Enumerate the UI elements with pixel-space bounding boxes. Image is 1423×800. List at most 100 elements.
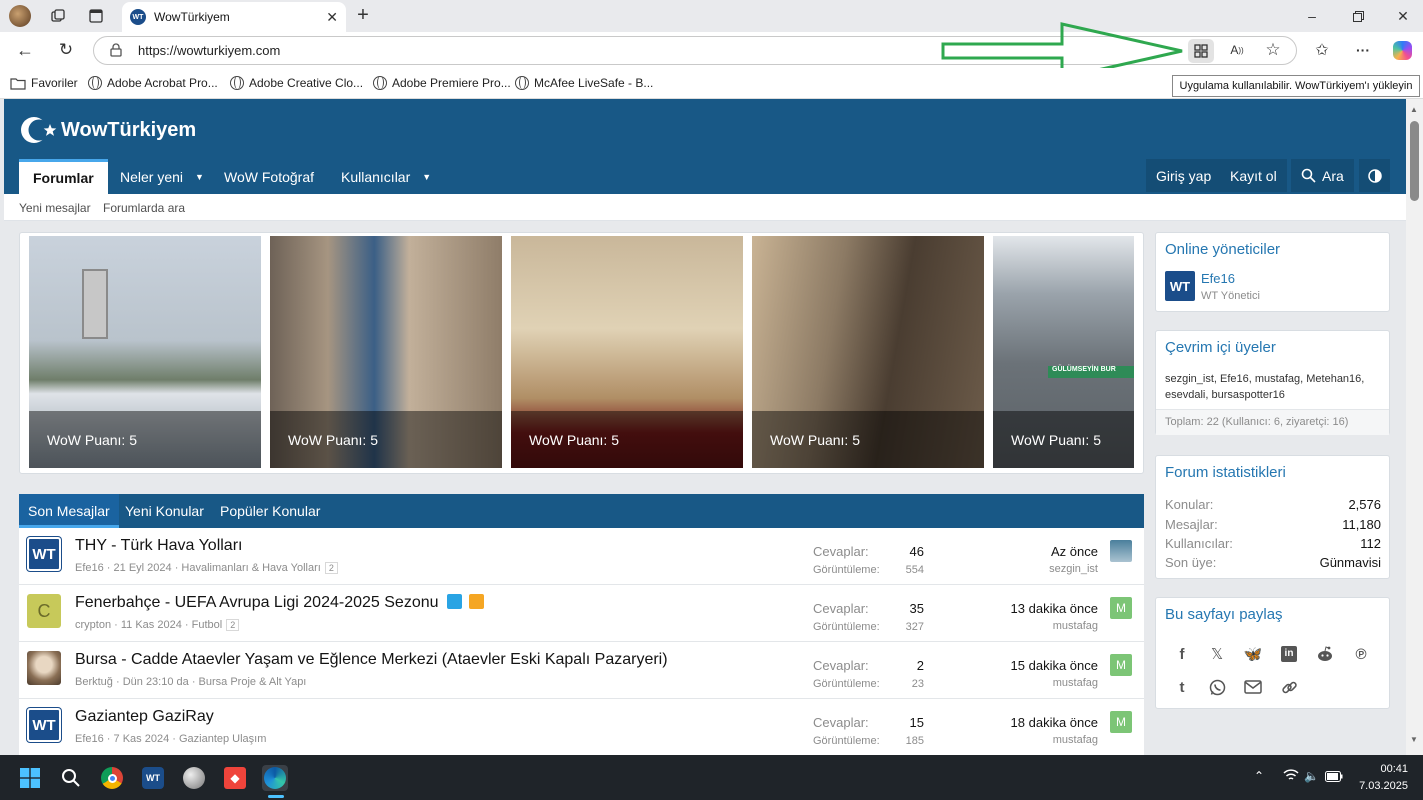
new-posts-link[interactable]: Yeni mesajlar	[19, 201, 91, 215]
staff-avatar[interactable]: WT	[1165, 271, 1195, 301]
volume-icon[interactable]: 🔈	[1304, 769, 1319, 783]
app-globe-icon[interactable]	[181, 765, 207, 791]
clock-time[interactable]: 00:41	[1374, 763, 1408, 775]
vertical-tabs-icon[interactable]	[85, 5, 107, 27]
thread-title[interactable]: THY - Türk Hava Yolları	[75, 537, 242, 555]
tab-son-mesajlar[interactable]: Son Mesajlar	[19, 494, 119, 528]
chevron-down-icon[interactable]: ▼	[422, 172, 431, 182]
chevron-down-icon[interactable]: ▼	[195, 172, 204, 182]
chrome-icon[interactable]	[99, 765, 125, 791]
thread-row[interactable]: C Fenerbahçe - UEFA Avrupa Ligi 2024-202…	[19, 585, 1144, 642]
bluesky-icon[interactable]: 🦋	[1242, 643, 1264, 665]
last-poster-avatar[interactable]: M	[1110, 711, 1132, 733]
profile-avatar[interactable]	[9, 5, 31, 27]
x-icon[interactable]: 𝕏	[1206, 643, 1228, 665]
favorite-link-creative-cloud[interactable]: Adobe Creative Clo...	[230, 76, 363, 90]
app-available-icon[interactable]	[1188, 39, 1214, 63]
site-logo[interactable]: WowTürkiyem	[20, 115, 196, 145]
login-button[interactable]: Giriş yap	[1146, 159, 1222, 192]
favorite-link-acrobat[interactable]: Adobe Acrobat Pro...	[88, 76, 218, 90]
avatar[interactable]	[27, 651, 61, 685]
wifi-icon[interactable]	[1283, 768, 1299, 785]
online-members-widget: Çevrim içi üyeler sezgin_ist, Efe16, mus…	[1155, 330, 1390, 435]
anydesk-icon[interactable]: ◆	[222, 765, 248, 791]
gallery-photo-bus-station[interactable]: WoW Puanı: 5	[29, 236, 261, 468]
browser-tab-active[interactable]: WT WowTürkiyem ✕	[122, 2, 346, 32]
search-forums-link[interactable]: Forumlarda ara	[103, 201, 185, 215]
new-tab-icon[interactable]: +	[352, 4, 374, 26]
last-post-user[interactable]: mustafag	[1053, 620, 1098, 632]
clock-date[interactable]: 7.03.2025	[1354, 780, 1408, 792]
gallery-photo-mosque-interior[interactable]: WoW Puanı: 5	[511, 236, 743, 468]
last-post-time[interactable]: 15 dakika önce	[1011, 658, 1098, 673]
last-poster-avatar[interactable]: M	[1110, 597, 1132, 619]
refresh-icon[interactable]: ↻	[55, 39, 77, 61]
last-post-user[interactable]: mustafag	[1053, 677, 1098, 689]
theme-toggle-button[interactable]	[1359, 159, 1390, 192]
avatar[interactable]: WT	[27, 537, 61, 571]
linkedin-icon[interactable]: in	[1278, 643, 1300, 665]
page-scrollbar[interactable]: ▲ ▼	[1406, 99, 1423, 755]
tab-yeni-konular[interactable]: Yeni Konular	[125, 503, 204, 519]
thread-row[interactable]: WT THY - Türk Hava Yolları Efe16 · 21 Ey…	[19, 528, 1144, 585]
last-poster-avatar[interactable]: M	[1110, 654, 1132, 676]
windows-start-icon[interactable]	[17, 765, 43, 791]
thread-row[interactable]: WT Gaziantep GaziRay Efe16 · 7 Kas 2024 …	[19, 699, 1144, 755]
staff-name[interactable]: Efe16	[1201, 271, 1235, 286]
gallery-photo-historic[interactable]: WoW Puanı: 5	[752, 236, 984, 468]
copilot-icon[interactable]	[1393, 41, 1412, 60]
workspaces-icon[interactable]	[47, 5, 69, 27]
maximize-icon[interactable]	[1347, 5, 1369, 27]
reddit-icon[interactable]	[1314, 643, 1336, 665]
thread-title[interactable]: Bursa - Cadde Ataevler Yaşam ve Eğlence …	[75, 651, 668, 669]
page-badge[interactable]: 2	[226, 619, 240, 631]
favorite-star-icon[interactable]: ☆	[1262, 39, 1284, 61]
thread-title[interactable]: Gaziantep GaziRay	[75, 708, 214, 726]
close-tab-icon[interactable]: ✕	[326, 9, 338, 26]
email-icon[interactable]	[1242, 676, 1264, 698]
nav-kullanicilar[interactable]: Kullanıcılar ▼	[341, 159, 431, 194]
link-icon[interactable]	[1278, 676, 1300, 698]
last-post-user[interactable]: sezgin_ist	[1049, 563, 1098, 575]
avatar[interactable]: WT	[27, 708, 61, 742]
nav-wow-fotograf[interactable]: WoW Fotoğraf	[224, 159, 314, 194]
last-post-user[interactable]: mustafag	[1053, 734, 1098, 746]
back-icon[interactable]: ←	[14, 39, 36, 61]
last-post-time[interactable]: 18 dakika önce	[1011, 715, 1098, 730]
page-badge[interactable]: 2	[324, 562, 338, 574]
scroll-thumb[interactable]	[1410, 121, 1419, 201]
whatsapp-icon[interactable]	[1206, 676, 1228, 698]
gallery-photo-highway[interactable]: GÜLÜMSEYİN BUR WoW Puanı: 5	[993, 236, 1134, 468]
read-aloud-icon[interactable]: A))	[1226, 39, 1248, 61]
tumblr-icon[interactable]: t	[1171, 676, 1193, 698]
search-button[interactable]: Ara	[1291, 159, 1354, 192]
nav-forumlar[interactable]: Forumlar	[19, 159, 108, 194]
wowturkiyem-app-icon[interactable]: WT	[140, 765, 166, 791]
close-window-icon[interactable]: ✕	[1392, 5, 1414, 27]
search-icon[interactable]	[58, 765, 84, 791]
chevron-up-icon[interactable]: ⌃	[1254, 769, 1264, 783]
scroll-down-icon[interactable]: ▼	[1410, 735, 1418, 744]
scroll-up-icon[interactable]: ▲	[1410, 105, 1418, 114]
thread-title[interactable]: Fenerbahçe - UEFA Avrupa Ligi 2024-2025 …	[75, 594, 485, 612]
thread-row[interactable]: Bursa - Cadde Ataevler Yaşam ve Eğlence …	[19, 642, 1144, 699]
favorite-link-premiere[interactable]: Adobe Premiere Pro...	[373, 76, 511, 90]
nav-neler-yeni[interactable]: Neler yeni ▼	[120, 159, 204, 194]
register-button[interactable]: Kayıt ol	[1220, 159, 1287, 192]
battery-icon[interactable]	[1325, 770, 1343, 785]
facebook-icon[interactable]: f	[1171, 643, 1193, 665]
last-poster-avatar[interactable]	[1110, 540, 1132, 562]
edge-icon[interactable]	[262, 765, 288, 791]
favorite-link-mcafee[interactable]: McAfee LiveSafe - B...	[515, 76, 653, 90]
pinterest-icon[interactable]: ℗	[1350, 643, 1372, 665]
last-post-time[interactable]: 13 dakika önce	[1011, 601, 1098, 616]
favorites-icon[interactable]: ✩	[1311, 39, 1333, 61]
minimize-icon[interactable]: –	[1301, 5, 1323, 27]
tab-populer-konular[interactable]: Popüler Konular	[220, 503, 320, 519]
gallery-photo-mosque-mihrab[interactable]: WoW Puanı: 5	[270, 236, 502, 468]
favorites-folder[interactable]: Favoriler	[10, 76, 78, 90]
last-post-time[interactable]: Az önce	[1051, 544, 1098, 559]
avatar[interactable]: C	[27, 594, 61, 628]
lock-icon[interactable]	[110, 43, 122, 60]
more-menu-icon[interactable]: ···	[1352, 39, 1374, 61]
